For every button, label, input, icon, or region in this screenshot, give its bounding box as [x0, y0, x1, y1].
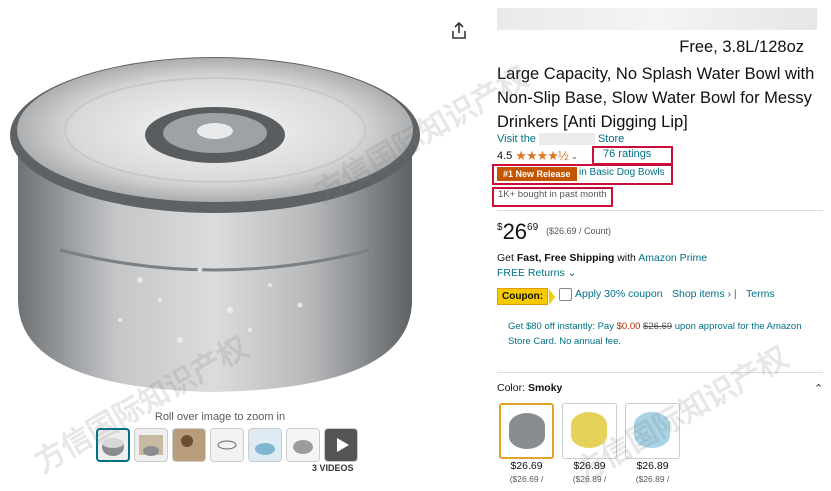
- swatch-price-3: $26.89 ($26.89 /: [625, 460, 680, 486]
- thumbnail-1[interactable]: [96, 428, 130, 462]
- share-icon[interactable]: [451, 21, 471, 44]
- thumbnail-video[interactable]: [324, 428, 358, 462]
- new-release-badge[interactable]: #1 New Release: [497, 167, 577, 181]
- card-offer-pay: $0.00: [616, 321, 641, 332]
- product-title: Large Capacity, No Splash Water Bowl wit…: [497, 65, 815, 131]
- swatch-price: $26.69: [510, 460, 543, 472]
- thumbnail-2[interactable]: [134, 428, 168, 462]
- card-offer-strike: $26.69: [643, 321, 673, 332]
- coupon-tag-arrow: [549, 289, 555, 305]
- swatch-price-1: $26.69 ($26.69 /: [499, 460, 554, 486]
- water-bowl-image: [10, 57, 420, 392]
- store-card-offer[interactable]: Get $80 off instantly: Pay $0.00 $26.69 …: [508, 319, 808, 349]
- shipping-mid: with: [617, 252, 636, 264]
- prime-link[interactable]: Amazon Prime: [638, 252, 707, 264]
- swatch-price: $26.89: [573, 460, 606, 472]
- swatch-prices: $26.69 ($26.69 / $26.89 ($26.89 / $26.89 ($…: [499, 460, 680, 486]
- price-fraction: 69: [527, 222, 539, 233]
- product-title-tail: Free, 3.8L/128oz: [679, 38, 804, 56]
- title-blurred-line: [497, 8, 817, 30]
- thumbnail-3[interactable]: [172, 428, 206, 462]
- bought-count: 1K+ bought in past month: [498, 189, 607, 200]
- color-value: Smoky: [527, 382, 563, 394]
- coupon-tag: Coupon:: [497, 288, 549, 305]
- shipping-info: Get Fast, Free Shipping with Amazon Prim…: [497, 252, 707, 264]
- color-label: Color:: [497, 382, 526, 394]
- swatch-unit: ($26.89 /: [635, 474, 670, 484]
- visit-store-link[interactable]: Visit the Store: [497, 133, 625, 146]
- divider: [497, 372, 823, 373]
- coupon-checkbox[interactable]: [559, 288, 572, 301]
- star-rating-icon[interactable]: ★★★★½: [515, 148, 568, 164]
- thumbnail-strip: [96, 428, 358, 462]
- chevron-down-icon[interactable]: ⌄: [571, 151, 579, 162]
- thumbnail-4[interactable]: [210, 428, 244, 462]
- visit-prefix: Visit the: [497, 133, 536, 145]
- chevron-up-icon[interactable]: ⌃: [814, 382, 823, 395]
- color-selector-label: Color: Smoky: [497, 382, 562, 394]
- swatch-unit: ($26.89 /: [572, 474, 607, 484]
- shipping-bold: Fast, Free Shipping: [516, 252, 615, 264]
- price: $ 26 69: [497, 219, 538, 245]
- visit-suffix: Store: [597, 133, 625, 145]
- divider: [497, 210, 823, 211]
- videos-count: 3 VIDEOS: [312, 463, 354, 473]
- free-returns-link[interactable]: FREE Returns ⌄: [497, 267, 576, 279]
- store-name-blurred: [538, 133, 595, 146]
- swatch-bowl-image: [509, 413, 545, 449]
- coupon-separator: |: [733, 288, 737, 300]
- swatch-blue[interactable]: [625, 403, 680, 459]
- card-offer-part1: Get $80 off instantly: Pay: [508, 321, 614, 332]
- swatch-yellow[interactable]: [562, 403, 617, 459]
- swatch-unit: ($26.69 /: [509, 474, 544, 484]
- zoom-hint: Roll over image to zoom in: [154, 411, 286, 423]
- swatch-price: $26.89: [636, 460, 669, 472]
- thumbnail-5[interactable]: [248, 428, 282, 462]
- thumbnail-6[interactable]: [286, 428, 320, 462]
- unit-price: ($26.69 / Count): [546, 226, 612, 236]
- swatch-price-2: $26.89 ($26.89 /: [562, 460, 617, 486]
- rating-value: 4.5: [497, 150, 513, 162]
- price-whole: 26: [502, 219, 528, 244]
- swatch-bowl-image: [571, 412, 607, 448]
- main-product-image[interactable]: [0, 0, 430, 400]
- coupon-text[interactable]: Apply 30% coupon: [575, 288, 663, 300]
- shipping-prefix: Get: [497, 252, 514, 264]
- rating-row: 4.5 ★★★★½ ⌄: [497, 148, 578, 164]
- terms-link[interactable]: Terms: [746, 288, 775, 300]
- shop-items-label: Shop items ›: [672, 288, 731, 300]
- badge-category-link[interactable]: in Basic Dog Bowls: [579, 167, 665, 178]
- color-swatches: [499, 403, 680, 459]
- shop-items-link[interactable]: Shop items › |: [672, 288, 737, 300]
- ratings-count-link[interactable]: 76 ratings: [603, 148, 651, 160]
- swatch-bowl-image: [634, 412, 670, 448]
- swatch-smoky[interactable]: [499, 403, 554, 459]
